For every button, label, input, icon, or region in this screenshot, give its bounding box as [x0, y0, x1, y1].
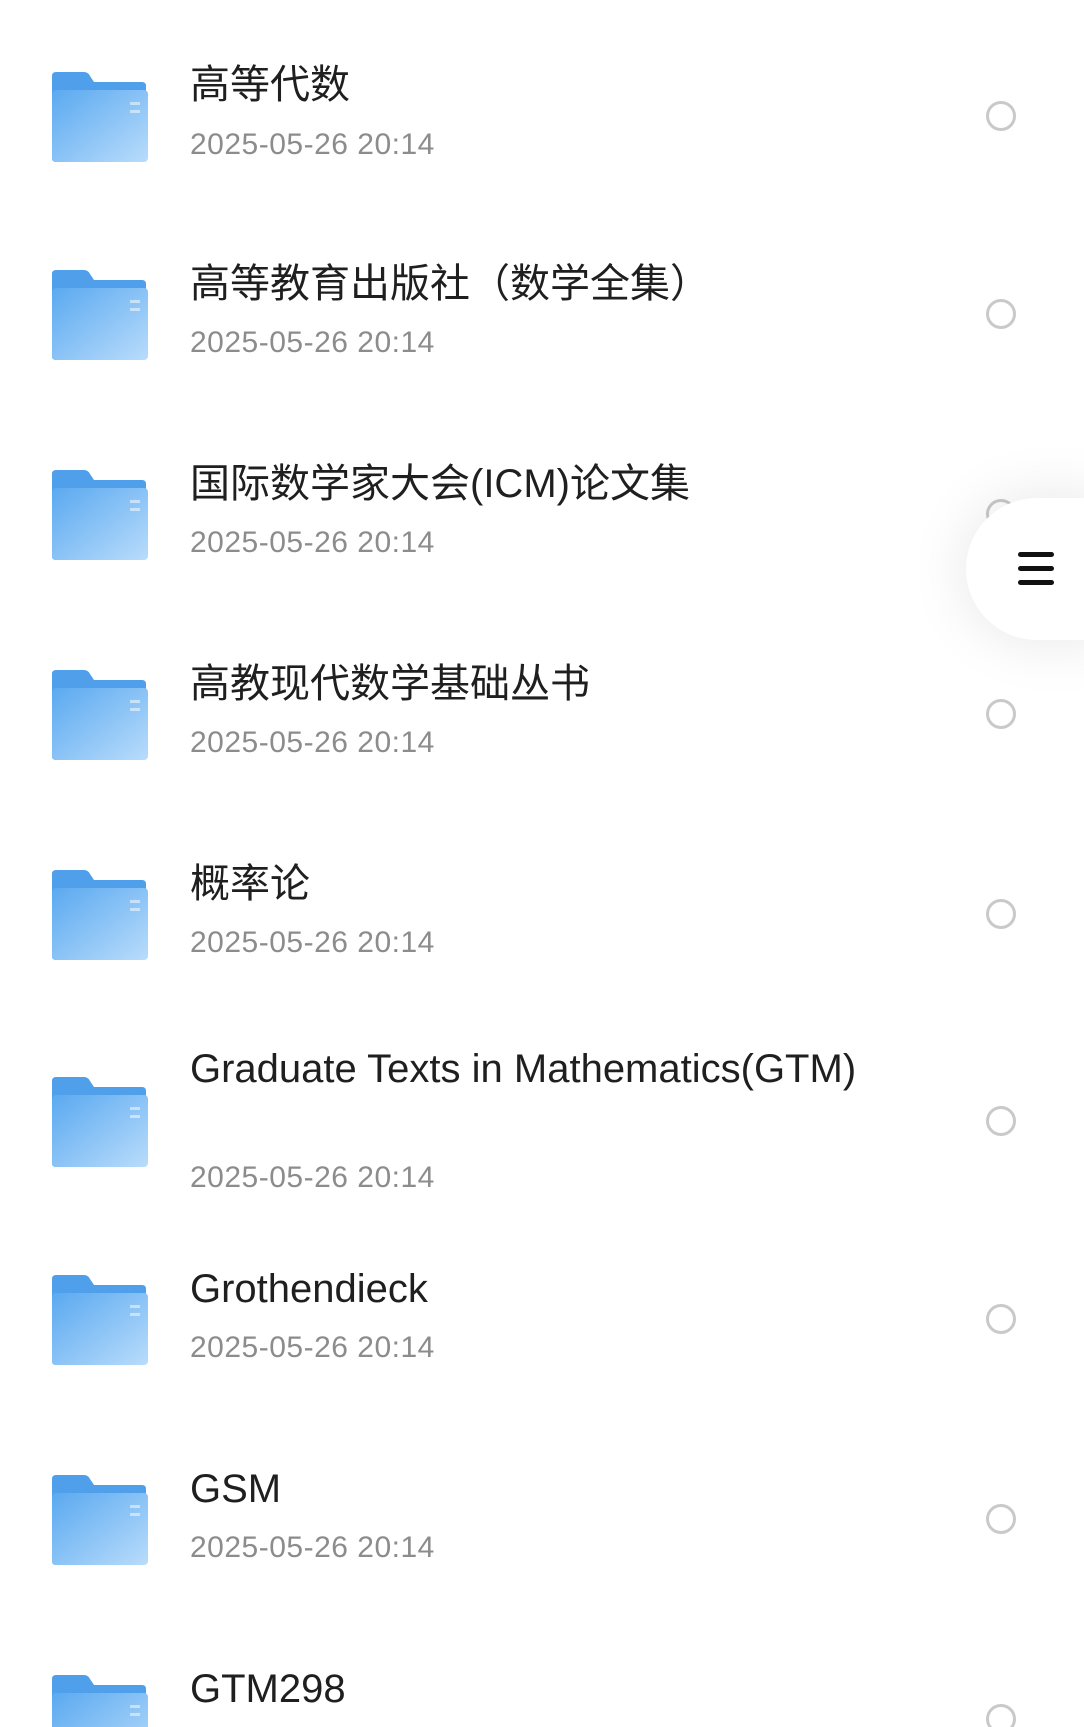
file-name: Graduate Texts in Mathematics(GTM) [190, 1047, 857, 1091]
list-item[interactable]: 概率论 2025-05-26 20:14 [0, 815, 1084, 1015]
file-name: 高等代数 [190, 63, 350, 107]
list-item[interactable]: 高等教育出版社（数学全集） 2025-05-26 20:14 [0, 215, 1084, 415]
list-item[interactable]: GTM298 [0, 1635, 1084, 1727]
file-date: 2025-05-26 20:14 [190, 1161, 435, 1194]
list-item[interactable]: 国际数学家大会(ICM)论文集 2025-05-26 20:14 [0, 415, 1084, 615]
folder-icon [50, 1475, 148, 1565]
folder-icon [50, 670, 148, 760]
file-name: 高等教育出版社（数学全集） [190, 262, 710, 306]
list-item[interactable]: Grothendieck 2025-05-26 20:14 [0, 1245, 1084, 1435]
file-date: 2025-05-26 20:14 [190, 326, 435, 359]
list-item[interactable]: Graduate Texts in Mathematics(GTM) 2025-… [0, 1015, 1084, 1245]
folder-icon [50, 470, 148, 560]
folder-icon [50, 270, 148, 360]
select-radio[interactable] [986, 299, 1016, 329]
select-radio[interactable] [986, 101, 1016, 131]
file-date: 2025-05-26 20:14 [190, 526, 435, 559]
select-radio[interactable] [986, 899, 1016, 929]
folder-icon [50, 870, 148, 960]
folder-icon [50, 1675, 148, 1727]
select-radio[interactable] [986, 1704, 1016, 1727]
select-radio[interactable] [986, 1106, 1016, 1136]
list-item[interactable]: 高等代数 2025-05-26 20:14 [0, 0, 1084, 215]
folder-icon [50, 1275, 148, 1365]
file-name: Grothendieck [190, 1267, 428, 1311]
file-name: GTM298 [190, 1667, 346, 1711]
file-name: 高教现代数学基础丛书 [190, 662, 590, 706]
file-date: 2025-05-26 20:14 [190, 128, 435, 161]
menu-icon [1018, 552, 1054, 588]
file-name: GSM [190, 1467, 282, 1511]
file-date: 2025-05-26 20:14 [190, 726, 435, 759]
file-date: 2025-05-26 20:14 [190, 1331, 435, 1364]
file-list: 高等代数 2025-05-26 20:14 高等教育出版社（数学全集） 2025… [0, 0, 1084, 1727]
list-item[interactable]: GSM 2025-05-26 20:14 [0, 1435, 1084, 1635]
folder-icon [50, 72, 148, 162]
file-date: 2025-05-26 20:14 [190, 926, 435, 959]
select-radio[interactable] [986, 699, 1016, 729]
file-name: 国际数学家大会(ICM)论文集 [190, 462, 690, 506]
list-item[interactable]: 高教现代数学基础丛书 2025-05-26 20:14 [0, 615, 1084, 815]
select-radio[interactable] [986, 1504, 1016, 1534]
file-name: 概率论 [190, 862, 310, 906]
select-radio[interactable] [986, 1304, 1016, 1334]
file-date: 2025-05-26 20:14 [190, 1531, 435, 1564]
folder-icon [50, 1077, 148, 1167]
